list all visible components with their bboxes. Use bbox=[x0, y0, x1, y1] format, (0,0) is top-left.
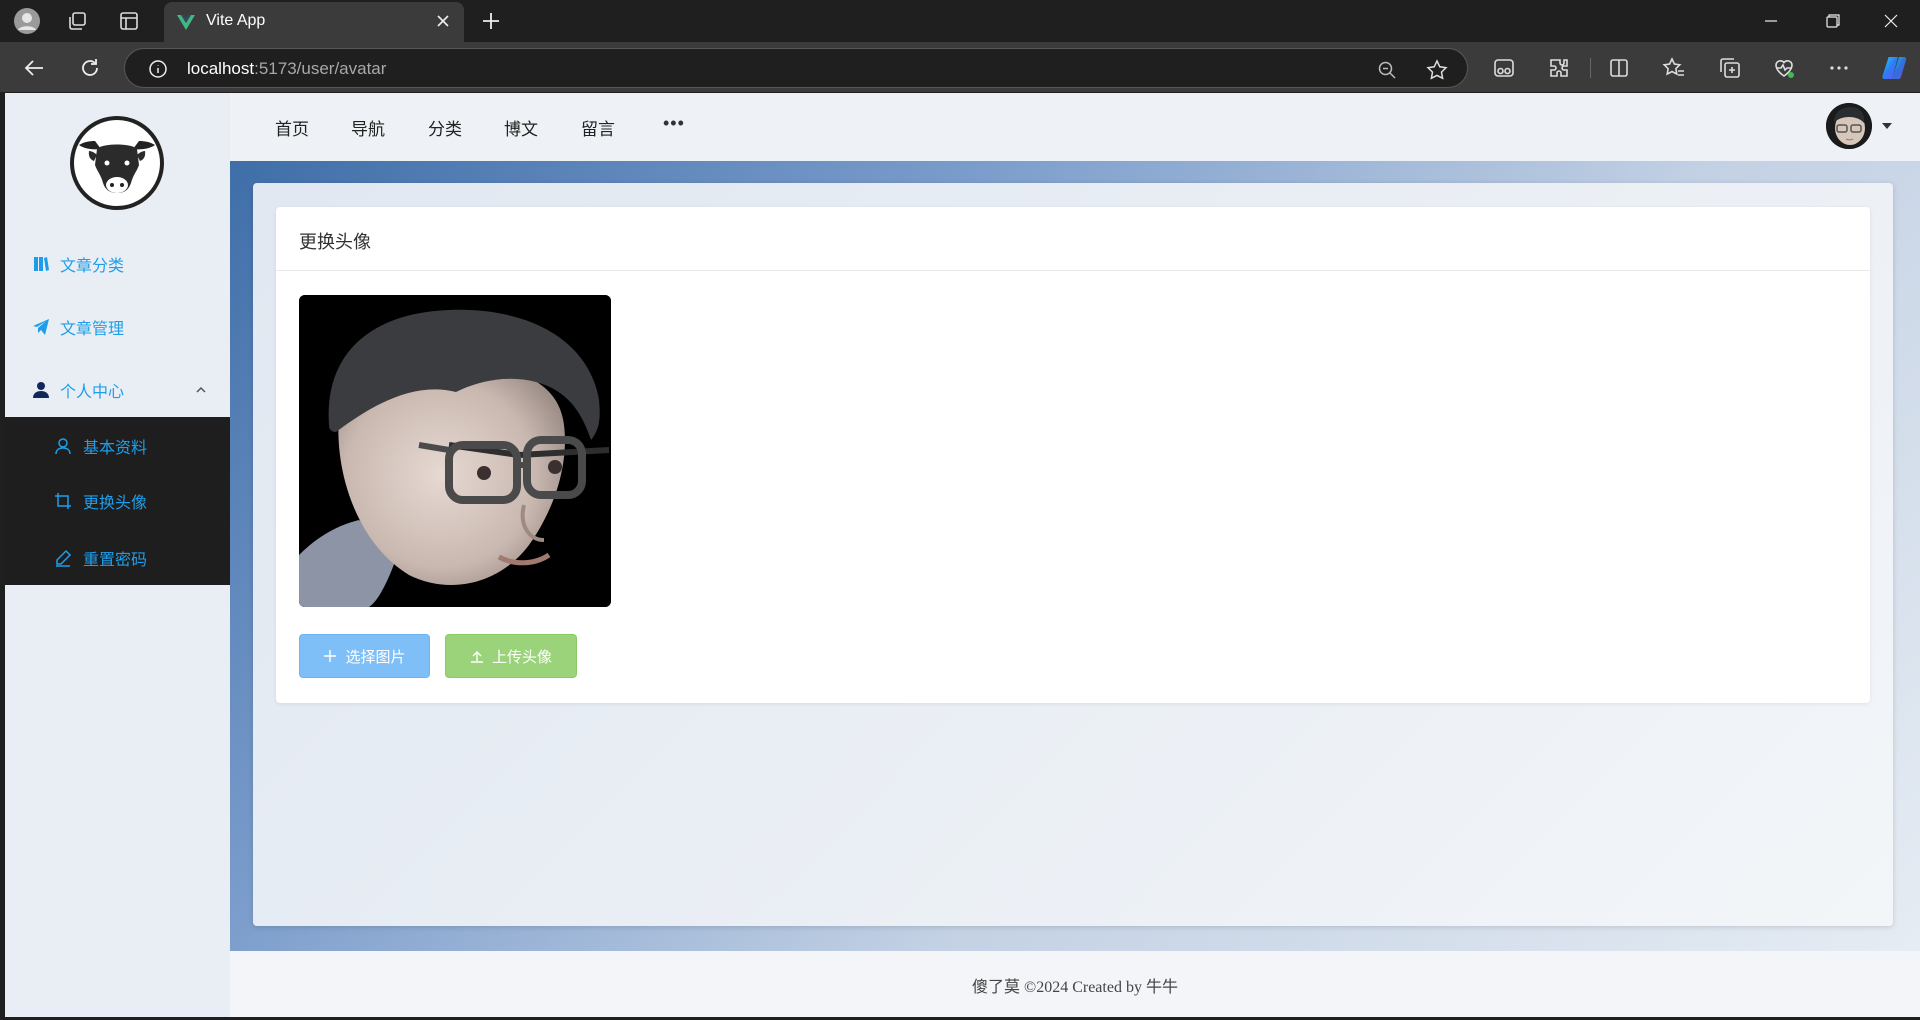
vue-logo-icon bbox=[177, 15, 195, 30]
user-icon bbox=[31, 380, 51, 400]
split-screen-icon[interactable] bbox=[1605, 54, 1633, 82]
submenu-item-reset-password[interactable]: 重置密码 bbox=[5, 533, 230, 583]
browser-toolbar: localhost:5173/user/avatar bbox=[0, 42, 1920, 92]
submenu-item-label: 更换头像 bbox=[83, 495, 148, 512]
back-icon[interactable] bbox=[18, 52, 50, 84]
refresh-icon[interactable] bbox=[74, 52, 106, 84]
sidebar-item-article-manage[interactable]: 文章管理 bbox=[5, 303, 230, 351]
nav-item-home[interactable]: 首页 bbox=[275, 115, 309, 140]
top-navigation: 首页 导航 分类 博文 留言 ••• bbox=[230, 93, 1920, 161]
chevron-up-icon bbox=[194, 383, 208, 397]
sidebar-item-label: 文章管理 bbox=[60, 321, 125, 338]
submenu-item-change-avatar[interactable]: 更换头像 bbox=[5, 476, 230, 526]
footer: 傻了莫 ©2024 Created by 牛牛 bbox=[230, 951, 1920, 1017]
nav-item-message[interactable]: 留言 bbox=[581, 115, 615, 140]
close-tab-icon[interactable] bbox=[432, 10, 454, 32]
upload-avatar-button[interactable]: 上传头像 bbox=[445, 634, 577, 678]
browser-tab-bar: Vite App bbox=[0, 0, 1920, 42]
user-outline-icon bbox=[53, 436, 73, 456]
choose-image-button[interactable]: 选择图片 bbox=[299, 634, 430, 678]
bull-logo bbox=[69, 115, 165, 211]
browser-health-icon[interactable] bbox=[1770, 54, 1798, 82]
new-tab-icon[interactable] bbox=[476, 6, 506, 36]
sidebar-item-article-category[interactable]: 文章分类 bbox=[5, 240, 230, 288]
main-panel: 更换头像 选择图片 上传头像 bbox=[253, 183, 1893, 926]
card-title: 更换头像 bbox=[299, 232, 371, 252]
toolbar-separator bbox=[1590, 58, 1591, 78]
sidebar-item-label: 个人中心 bbox=[60, 384, 125, 401]
minimize-icon[interactable] bbox=[1748, 4, 1794, 38]
close-window-icon[interactable] bbox=[1868, 4, 1914, 38]
nav-item-category[interactable]: 分类 bbox=[428, 115, 462, 140]
tab-actions-icon[interactable] bbox=[114, 6, 144, 36]
reading-glasses-icon[interactable] bbox=[1490, 54, 1518, 82]
sidebar: 文章分类 文章管理 个人中心 基本资料 更换头像 重置密码 bbox=[5, 93, 230, 1017]
choose-image-label: 选择图片 bbox=[345, 648, 406, 666]
upload-avatar-label: 上传头像 bbox=[491, 648, 552, 666]
footer-text: 傻了莫 ©2024 Created by 牛牛 bbox=[972, 979, 1178, 996]
submenu-item-label: 重置密码 bbox=[83, 552, 148, 569]
submenu-item-label: 基本资料 bbox=[83, 440, 148, 457]
address-bar[interactable]: localhost:5173/user/avatar bbox=[124, 48, 1468, 88]
nav-item-navigation[interactable]: 导航 bbox=[351, 115, 385, 140]
tab-title: Vite App bbox=[206, 12, 266, 29]
url-text[interactable]: localhost:5173/user/avatar bbox=[187, 59, 386, 79]
avatar-preview-image bbox=[299, 295, 611, 607]
sidebar-item-label: 文章分类 bbox=[60, 258, 125, 275]
nav-item-blog[interactable]: 博文 bbox=[504, 115, 538, 140]
restore-icon[interactable] bbox=[1810, 4, 1856, 38]
crop-icon bbox=[53, 491, 73, 511]
card-header: 更换头像 bbox=[276, 207, 1870, 271]
collections-icon[interactable] bbox=[1716, 54, 1744, 82]
nav-more-icon[interactable]: ••• bbox=[663, 113, 685, 134]
personal-center-submenu: 基本资料 更换头像 重置密码 bbox=[5, 417, 230, 585]
extensions-icon[interactable] bbox=[1545, 54, 1573, 82]
url-path: :5173/user/avatar bbox=[254, 59, 387, 78]
book-icon bbox=[31, 254, 51, 274]
edit-pen-icon bbox=[53, 548, 73, 568]
favorite-star-icon[interactable] bbox=[1425, 58, 1449, 82]
more-menu-icon[interactable] bbox=[1825, 54, 1853, 82]
page-viewport: 文章分类 文章管理 个人中心 基本资料 更换头像 重置密码 首页 导航 分类 博… bbox=[5, 93, 1920, 1017]
user-avatar[interactable] bbox=[1826, 103, 1872, 149]
submenu-item-basic-info[interactable]: 基本资料 bbox=[5, 421, 230, 471]
workspaces-icon[interactable] bbox=[62, 6, 92, 36]
copilot-icon[interactable] bbox=[1880, 54, 1908, 82]
change-avatar-card: 更换头像 选择图片 上传头像 bbox=[276, 207, 1870, 703]
url-host: localhost bbox=[187, 59, 255, 78]
main-content-area: 更换头像 选择图片 上传头像 bbox=[230, 161, 1920, 951]
paper-plane-icon bbox=[31, 317, 51, 337]
tab-vite-app[interactable]: Vite App bbox=[164, 2, 464, 42]
profile-icon[interactable] bbox=[12, 6, 42, 36]
favorites-icon[interactable] bbox=[1660, 54, 1688, 82]
zoom-icon[interactable] bbox=[1375, 58, 1399, 82]
caret-down-icon[interactable] bbox=[1882, 123, 1892, 129]
plus-icon bbox=[323, 649, 337, 663]
site-info-icon[interactable] bbox=[147, 58, 169, 80]
sidebar-item-personal-center[interactable]: 个人中心 bbox=[5, 366, 230, 414]
upload-icon bbox=[470, 649, 484, 663]
